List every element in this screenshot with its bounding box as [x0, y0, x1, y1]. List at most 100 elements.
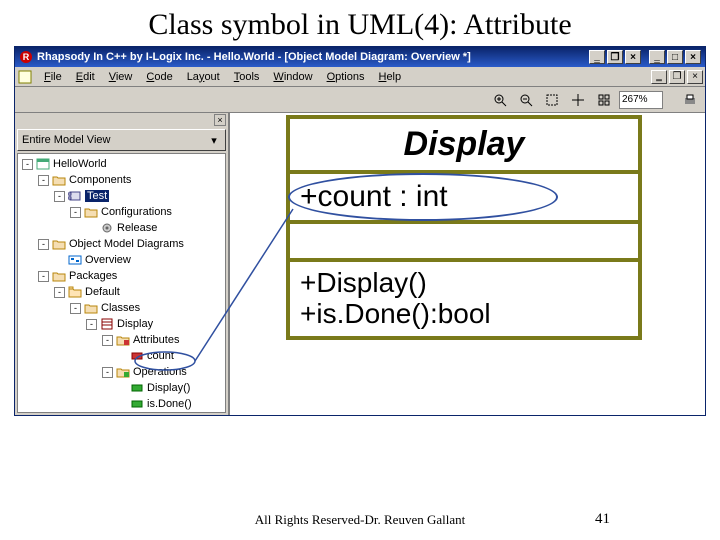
- folder-icon: [84, 302, 98, 314]
- tree-node-label: Attributes: [133, 334, 179, 346]
- tree-toggle-icon[interactable]: -: [38, 239, 49, 250]
- tree-node-default[interactable]: - Default: [18, 284, 225, 300]
- tree-toggle-icon[interactable]: -: [22, 159, 33, 170]
- tree-node-label: Display: [117, 318, 153, 330]
- minimize-button[interactable]: ‗: [649, 50, 665, 64]
- doc-minimize-button[interactable]: ‗: [651, 70, 667, 84]
- titlebar-text: Rhapsody In C++ by I-Logix Inc. - Hello.…: [37, 51, 471, 63]
- doc-close-button[interactable]: ×: [687, 70, 703, 84]
- uml-class-name: Display: [290, 119, 638, 174]
- tree-node-label: count: [147, 350, 174, 362]
- tree-toggle-icon[interactable]: -: [54, 287, 65, 298]
- slide-page-number: 41: [595, 511, 610, 528]
- view-selector-label: Entire Model View: [22, 134, 110, 146]
- tree-node-label: Packages: [69, 270, 117, 282]
- slide-footer: All Rights Reserved-Dr. Reuven Gallant: [0, 512, 720, 528]
- tree-toggle-icon[interactable]: -: [70, 303, 81, 314]
- tree-node-label: is.Done(): [147, 398, 192, 410]
- tree-toggle-icon[interactable]: -: [70, 207, 81, 218]
- close-button[interactable]: ×: [685, 50, 701, 64]
- grid-button[interactable]: [593, 90, 615, 110]
- maximize-button[interactable]: □: [667, 50, 683, 64]
- folder-icon: [52, 270, 66, 282]
- zoom-field[interactable]: 267%: [619, 91, 663, 109]
- omd-icon: [68, 254, 82, 266]
- tree-node-overview[interactable]: Overview: [18, 252, 225, 268]
- tree-node-helloworld[interactable]: - HelloWorld: [18, 156, 225, 172]
- tree-node-count[interactable]: count: [18, 348, 225, 364]
- tree-node-display-[interactable]: Display(): [18, 380, 225, 396]
- menu-code[interactable]: Code: [139, 69, 179, 85]
- menu-help[interactable]: Help: [371, 69, 408, 85]
- cfg-icon: [100, 222, 114, 234]
- doc-restore-button[interactable]: ❐: [669, 70, 685, 84]
- tree-node-packages[interactable]: - Packages: [18, 268, 225, 284]
- tree-node-label: Object Model Diagrams: [69, 238, 184, 250]
- view-selector[interactable]: Entire Model View ▾: [17, 129, 226, 151]
- op-icon: [130, 382, 144, 394]
- uml-operation-1: +Display(): [300, 268, 628, 299]
- chevron-down-icon: ▾: [207, 134, 221, 147]
- model-tree[interactable]: -HelloWorld-Components-Test-Configuratio…: [17, 153, 226, 413]
- mdi-restore-button[interactable]: ❐: [607, 50, 623, 64]
- browser-close-button[interactable]: ×: [214, 114, 226, 126]
- tree-node-release[interactable]: Release: [18, 220, 225, 236]
- mdi-minimize-button[interactable]: ‗: [589, 50, 605, 64]
- zoom-in-button[interactable]: [489, 90, 511, 110]
- toolbar: 267%: [15, 87, 705, 113]
- tree-toggle-icon[interactable]: -: [38, 271, 49, 282]
- app-icon: R: [19, 50, 33, 64]
- pkg-icon: [68, 286, 82, 298]
- folder-o-icon: [116, 366, 130, 378]
- tree-node-attributes[interactable]: - Attributes: [18, 332, 225, 348]
- svg-text:R: R: [23, 52, 30, 62]
- tree-toggle-icon[interactable]: -: [102, 335, 113, 346]
- tree-node-label: Configurations: [101, 206, 172, 218]
- folder-icon: [52, 238, 66, 250]
- tree-node-label: Test: [85, 190, 109, 202]
- browser-pane: × Entire Model View ▾ -HelloWorld-Compon…: [15, 113, 230, 415]
- folder-a-icon: [116, 334, 130, 346]
- pan-button[interactable]: [567, 90, 589, 110]
- class-icon: [100, 318, 114, 330]
- menu-tools[interactable]: Tools: [227, 69, 267, 85]
- project-icon: [36, 158, 50, 170]
- tree-node-components[interactable]: - Components: [18, 172, 225, 188]
- tree-node-label: Release: [117, 222, 157, 234]
- tree-node-label: Classes: [101, 302, 140, 314]
- tree-node-label: Default: [85, 286, 120, 298]
- tree-node-classes[interactable]: - Classes: [18, 300, 225, 316]
- menu-layout[interactable]: Layout: [180, 69, 227, 85]
- menu-edit[interactable]: Edit: [69, 69, 102, 85]
- uml-class-box[interactable]: Display +count : int +Display() +is.Done…: [286, 115, 642, 340]
- mdi-close-button[interactable]: ×: [625, 50, 641, 64]
- tree-toggle-icon[interactable]: -: [86, 319, 97, 330]
- tree-node-label: Overview: [85, 254, 131, 266]
- tree-node-operations[interactable]: -Operations: [18, 364, 225, 380]
- mdi-system-icon[interactable]: [17, 69, 33, 85]
- menubar: File Edit View Code Layout Tools Window …: [15, 67, 705, 87]
- zoom-out-button[interactable]: [515, 90, 537, 110]
- folder-icon: [52, 174, 66, 186]
- menu-file[interactable]: File: [37, 69, 69, 85]
- tree-node-label: Components: [69, 174, 131, 186]
- tree-toggle-icon[interactable]: -: [102, 367, 113, 378]
- comp-icon: [68, 190, 82, 202]
- menu-window[interactable]: Window: [266, 69, 319, 85]
- tree-toggle-icon[interactable]: -: [38, 175, 49, 186]
- titlebar: R Rhapsody In C++ by I-Logix Inc. - Hell…: [15, 47, 705, 67]
- tree-node-label: HelloWorld: [53, 158, 107, 170]
- app-window: R Rhapsody In C++ by I-Logix Inc. - Hell…: [14, 46, 706, 416]
- print-button[interactable]: [679, 90, 701, 110]
- tree-node-is-done-[interactable]: is.Done(): [18, 396, 225, 412]
- tree-toggle-icon[interactable]: -: [54, 191, 65, 202]
- uml-attribute: +count : int: [300, 180, 628, 214]
- tree-node-display[interactable]: - Display: [18, 316, 225, 332]
- tree-node-configurations[interactable]: - Configurations: [18, 204, 225, 220]
- fit-button[interactable]: [541, 90, 563, 110]
- tree-node-test[interactable]: - Test: [18, 188, 225, 204]
- menu-view[interactable]: View: [102, 69, 140, 85]
- menu-options[interactable]: Options: [320, 69, 372, 85]
- diagram-canvas[interactable]: Display +count : int +Display() +is.Done…: [230, 113, 705, 415]
- tree-node-object-model-diagrams[interactable]: - Object Model Diagrams: [18, 236, 225, 252]
